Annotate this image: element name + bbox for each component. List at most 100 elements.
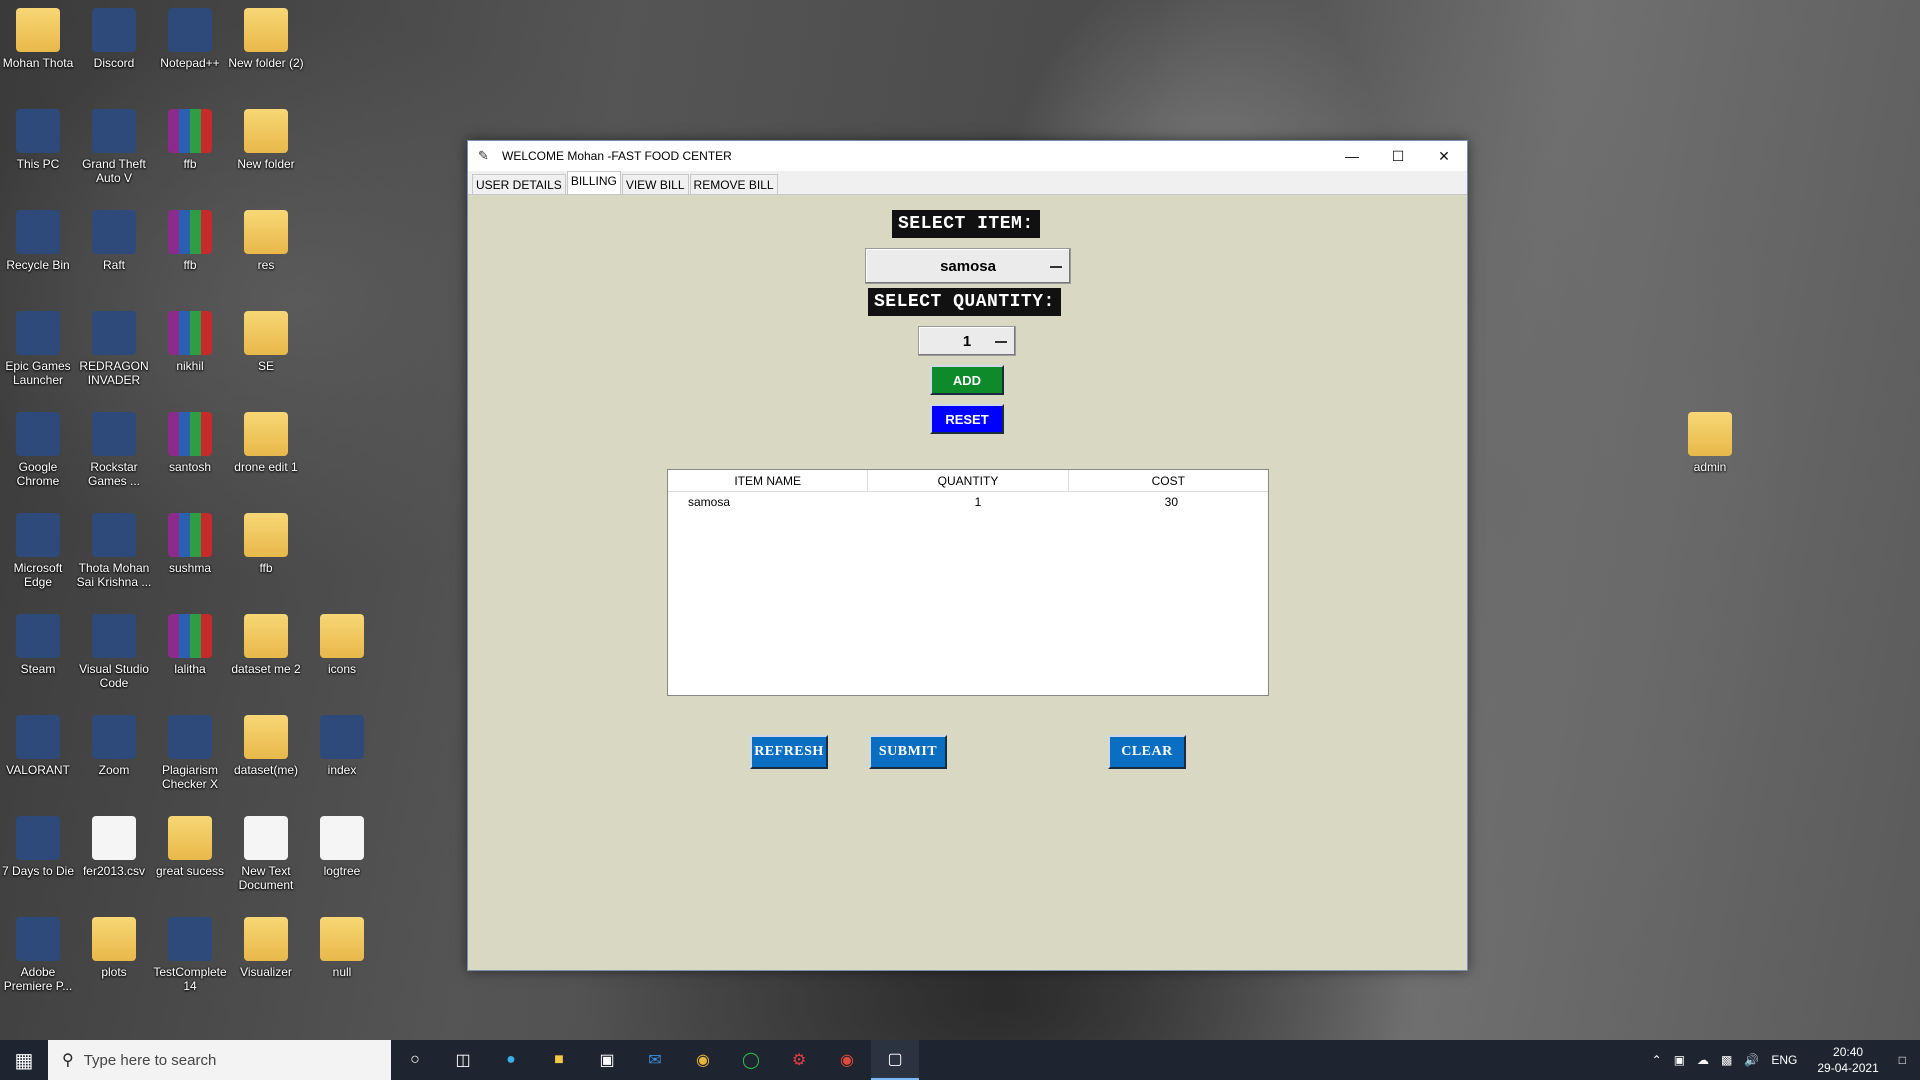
desktop-icon[interactable]: sushma (152, 513, 228, 575)
chevron-up-icon[interactable]: ⌃ (1652, 1053, 1662, 1067)
desktop-icon[interactable]: New folder (2) (228, 8, 304, 70)
circle-app-icon[interactable]: ◯ (727, 1040, 775, 1080)
refresh-button[interactable]: REFRESH (750, 735, 828, 769)
tab-remove-bill[interactable]: REMOVE BILL (689, 174, 778, 194)
desktop-icon[interactable]: fer2013.csv (76, 816, 152, 878)
desktop-icon-label: This PC (16, 157, 60, 171)
game-icon (16, 816, 60, 860)
gear-app-icon[interactable]: ⚙ (775, 1040, 823, 1080)
desktop-icon[interactable]: Adobe Premiere P... (0, 917, 76, 993)
column-header-quantity[interactable]: QUANTITY (868, 470, 1069, 491)
raft-icon (92, 210, 136, 254)
desktop-icon-label: Thota Mohan Sai Krishna ... (76, 561, 152, 589)
desktop-icon[interactable]: santosh (152, 412, 228, 474)
desktop-icon[interactable]: great sucess (152, 816, 228, 878)
close-icon[interactable]: ✕ (1421, 141, 1467, 171)
maximize-icon[interactable]: ☐ (1375, 141, 1421, 171)
desktop-icon[interactable]: Thota Mohan Sai Krishna ... (76, 513, 152, 589)
store-icon[interactable]: ▣ (583, 1040, 631, 1080)
desktop-icon[interactable]: This PC (0, 109, 76, 171)
mail-icon[interactable]: ✉ (631, 1040, 679, 1080)
desktop-icon[interactable]: ffb (152, 210, 228, 272)
desktop-icon[interactable]: dataset(me) (228, 715, 304, 777)
desktop-icon[interactable]: ffb (228, 513, 304, 575)
desktop-icon[interactable]: Notepad++ (152, 8, 228, 70)
chrome-taskbar-icon[interactable]: ◉ (679, 1040, 727, 1080)
dropdown-arrow-icon[interactable] (1050, 266, 1062, 268)
desktop-icon[interactable]: nikhil (152, 311, 228, 373)
desktop-icon[interactable]: dataset me 2 (228, 614, 304, 676)
file-explorer-icon[interactable]: ■ (535, 1040, 583, 1080)
cortana-icon[interactable]: ○ (391, 1040, 439, 1080)
desktop-icon[interactable]: admin (1672, 412, 1748, 474)
notification-icon[interactable]: □ (1899, 1053, 1906, 1067)
column-header-cost[interactable]: COST (1069, 470, 1268, 491)
desktop-icon-label: 7 Days to Die (1, 864, 75, 878)
desktop-icon[interactable]: drone edit 1 (228, 412, 304, 474)
desktop-icon[interactable]: lalitha (152, 614, 228, 676)
item-combobox[interactable]: samosa (865, 248, 1071, 284)
desktop-icon[interactable]: res (228, 210, 304, 272)
tab-billing[interactable]: BILLING (566, 171, 621, 194)
winrar-icon (168, 311, 212, 355)
task-view-icon[interactable]: ◫ (439, 1040, 487, 1080)
desktop-icon[interactable]: ffb (152, 109, 228, 171)
desktop-icon[interactable]: icons (304, 614, 380, 676)
volume-icon[interactable]: 🔊 (1744, 1053, 1759, 1067)
desktop-icon[interactable]: Raft (76, 210, 152, 272)
edge-taskbar-icon[interactable]: ● (487, 1040, 535, 1080)
desktop-icon[interactable]: Microsoft Edge (0, 513, 76, 589)
desktop-icon[interactable]: VALORANT (0, 715, 76, 777)
desktop-icon[interactable]: SE (228, 311, 304, 373)
desktop-icon[interactable]: Zoom (76, 715, 152, 777)
item-combobox-value: samosa (940, 257, 996, 275)
language-indicator[interactable]: ENG (1771, 1053, 1797, 1067)
device-icon[interactable]: ▣ (1674, 1053, 1685, 1067)
minimize-icon[interactable]: — (1329, 141, 1375, 171)
tab-view-bill[interactable]: VIEW BILL (621, 174, 689, 194)
clear-button[interactable]: CLEAR (1108, 735, 1186, 769)
desktop-icon[interactable]: logtree (304, 816, 380, 878)
desktop-icon[interactable]: Mohan Thota (0, 8, 76, 70)
dropdown-arrow-icon[interactable] (995, 341, 1007, 343)
desktop-icon[interactable]: New folder (228, 109, 304, 171)
desktop-icon[interactable]: index (304, 715, 380, 777)
desktop-icon[interactable]: REDRAGON INVADER (76, 311, 152, 387)
quantity-combobox[interactable]: 1 (918, 326, 1016, 356)
plagiarism-icon (168, 715, 212, 759)
chrome-profile-taskbar-icon[interactable]: ◉ (823, 1040, 871, 1080)
desktop-icon[interactable]: Discord (76, 8, 152, 70)
network-icon[interactable]: ▩ (1721, 1053, 1732, 1067)
submit-button[interactable]: SUBMIT (869, 735, 947, 769)
add-button[interactable]: ADD (930, 365, 1004, 395)
cloud-icon[interactable]: ☁ (1697, 1053, 1709, 1067)
reset-button[interactable]: RESET (930, 404, 1004, 434)
title-bar[interactable]: ✎ WELCOME Mohan -FAST FOOD CENTER — ☐ ✕ (468, 141, 1467, 171)
tab-user-details[interactable]: USER DETAILS (472, 174, 566, 194)
desktop-icon[interactable]: null (304, 917, 380, 979)
desktop-icon[interactable]: Google Chrome (0, 412, 76, 488)
windows-start-icon[interactable]: ▦ (0, 1040, 48, 1080)
table-row[interactable]: samosa 1 30 (668, 492, 1268, 512)
desktop-icon[interactable]: TestComplete 14 (152, 917, 228, 993)
clock[interactable]: 20:40 29-04-2021 (1817, 1044, 1878, 1076)
column-header-item-name[interactable]: ITEM NAME (668, 470, 869, 491)
table-header: ITEM NAME QUANTITY COST (668, 470, 1268, 492)
desktop-icon[interactable]: Visual Studio Code (76, 614, 152, 690)
python-window-taskbar-icon[interactable]: ▢ (871, 1040, 919, 1080)
bill-table[interactable]: ITEM NAME QUANTITY COST samosa 1 30 (667, 469, 1269, 696)
desktop-icon[interactable]: Recycle Bin (0, 210, 76, 272)
premiere-icon (16, 917, 60, 961)
desktop-icon[interactable]: Rockstar Games ... (76, 412, 152, 488)
desktop-icon[interactable]: Epic Games Launcher (0, 311, 76, 387)
desktop-icon[interactable]: Steam (0, 614, 76, 676)
desktop-icon[interactable]: Grand Theft Auto V (76, 109, 152, 185)
desktop-icon[interactable]: 7 Days to Die (0, 816, 76, 878)
taskbar-search-box[interactable]: ⚲ Type here to search (48, 1040, 391, 1080)
desktop-icon[interactable]: Plagiarism Checker X (152, 715, 228, 791)
desktop-icon[interactable]: New Text Document (228, 816, 304, 892)
desktop-icon[interactable]: plots (76, 917, 152, 979)
edge-icon (320, 715, 364, 759)
desktop-icon-label: null (332, 965, 352, 979)
desktop-icon[interactable]: Visualizer (228, 917, 304, 979)
